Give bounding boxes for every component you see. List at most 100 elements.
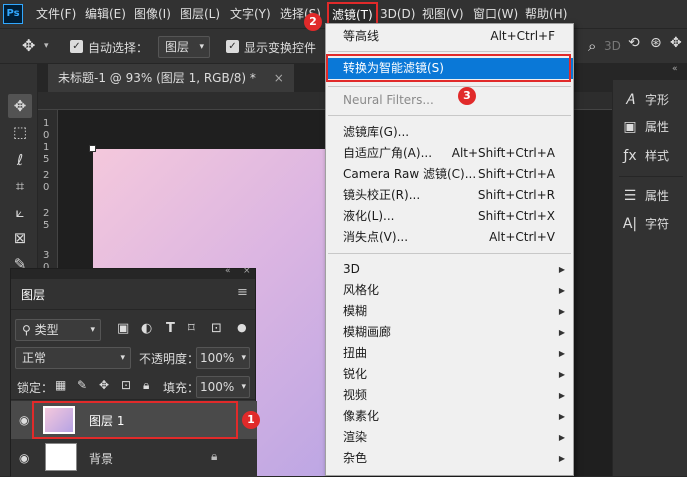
layers-panel-title[interactable]: 图层 — [21, 283, 45, 307]
menu-item-label: 风格化 — [343, 283, 380, 297]
callout-badge-1: 1 — [242, 411, 260, 429]
layer-row-background[interactable]: ◉ 背景 🔒︎ — [11, 439, 257, 477]
menu-item-render[interactable]: 渲染 ▶ — [326, 427, 573, 448]
close-icon[interactable]: × — [274, 71, 284, 85]
menu-item-distort[interactable]: 扭曲 ▶ — [326, 343, 573, 364]
menu-item-label: 3D — [343, 262, 360, 276]
eye-icon[interactable]: ◉ — [19, 451, 29, 465]
menu-item-camera-raw[interactable]: Camera Raw 滤镜(C)... Shift+Ctrl+A — [326, 164, 573, 185]
chevron-down-icon[interactable]: ▾ — [44, 41, 49, 51]
chevron-down-icon: ▾ — [120, 353, 125, 363]
menu-item-label: Neural Filters... — [343, 93, 434, 107]
opacity-value: 100% — [200, 351, 235, 365]
3d-roll-icon[interactable]: ⊛ — [650, 35, 662, 51]
menu-item-pixelate[interactable]: 像素化 ▶ — [326, 406, 573, 427]
menu-item-shortcut: Shift+Ctrl+R — [477, 188, 555, 202]
show-transform-checkbox[interactable]: ✓ — [226, 40, 239, 53]
lock-position-icon[interactable]: ✥ — [99, 378, 109, 392]
marquee-tool-icon[interactable]: ⬚ — [8, 120, 32, 144]
crop-tool-icon[interactable]: ⟀ — [8, 200, 32, 224]
character-panel-button[interactable]: A| 字符 — [621, 211, 669, 237]
highlight-box — [32, 401, 238, 439]
menu-item-stylize[interactable]: 风格化 ▶ — [326, 280, 573, 301]
lock-image-icon[interactable]: ✎ — [77, 378, 87, 392]
3d-pan-icon[interactable]: ✥ — [670, 35, 682, 51]
move-tool-icon[interactable]: ✥ — [8, 94, 32, 118]
submenu-arrow-icon: ▶ — [558, 286, 565, 295]
menu-item-vanishing-point[interactable]: 消失点(V)... Alt+Ctrl+V — [326, 227, 573, 248]
menu-image[interactable]: 图像(I) — [134, 0, 171, 28]
menu-item-video[interactable]: 视频 ▶ — [326, 385, 573, 406]
search-icon[interactable]: ⌕ — [588, 37, 596, 55]
submenu-arrow-icon: ▶ — [558, 370, 565, 379]
menu-item-shortcut: Shift+Ctrl+X — [478, 209, 555, 223]
quick-select-tool-icon[interactable]: ⌗ — [8, 174, 32, 198]
menu-item-contour[interactable]: 等高线 Alt+Ctrl+F — [326, 26, 573, 47]
submenu-arrow-icon: ▶ — [558, 307, 565, 316]
menu-item-blur[interactable]: 模糊 ▶ — [326, 301, 573, 322]
smart-object-filter-icon[interactable]: ⊡ — [211, 321, 222, 336]
properties-label-2: 属性 — [645, 189, 670, 203]
shape-filter-icon[interactable]: ⌑ — [188, 321, 195, 336]
auto-select-target-dropdown[interactable]: 图层 ▾ — [158, 36, 210, 58]
panel-header-strip: « × — [11, 266, 255, 279]
panel-menu-icon[interactable]: ≡ — [237, 285, 248, 300]
collapse-panel-icon[interactable]: « — [225, 266, 231, 276]
opacity-label: 不透明度： — [139, 352, 200, 366]
menu-item-neural-filters[interactable]: Neural Filters... — [326, 90, 573, 111]
sliders-icon: ☰ — [623, 188, 637, 204]
menu-item-3d[interactable]: 3D ▶ — [326, 259, 573, 280]
pixel-filter-icon[interactable]: ▣ — [117, 321, 129, 336]
auto-select-label: 自动选择： — [88, 41, 149, 55]
adjust-properties-panel-button[interactable]: ☰ 属性 — [621, 183, 669, 209]
lock-artboard-icon[interactable]: ⊡ — [121, 378, 131, 392]
opacity-field[interactable]: 100% ▾ — [196, 347, 250, 369]
photoshop-logo: Ps — [3, 4, 23, 24]
close-icon[interactable]: × — [243, 266, 251, 276]
frame-tool-icon[interactable]: ⊠ — [8, 226, 32, 250]
menu-file[interactable]: 文件(F) — [36, 0, 76, 28]
properties-panel-button[interactable]: ▣ 属性 — [621, 114, 669, 140]
layer-thumbnail — [45, 443, 77, 471]
divider — [11, 309, 255, 310]
filter-toggle-icon[interactable]: ● — [237, 321, 247, 334]
document-tab[interactable]: 未标题-1 @ 93% (图层 1, RGB/8) * × — [48, 64, 294, 92]
move-tool-icon[interactable]: ✥ — [22, 36, 35, 55]
lasso-tool-icon[interactable]: ℓ — [8, 148, 32, 172]
3d-rotate-icon[interactable]: ⟲ — [628, 35, 640, 51]
lock-transparency-icon[interactable]: ▦ — [55, 378, 66, 392]
dock-header: « — [612, 64, 687, 80]
blend-mode-value: 正常 — [22, 351, 47, 365]
menu-item-sharpen[interactable]: 锐化 ▶ — [326, 364, 573, 385]
glyphs-panel-button[interactable]: 𝐴 字形 — [621, 87, 669, 113]
eye-icon[interactable]: ◉ — [19, 413, 29, 427]
menu-item-blur-gallery[interactable]: 模糊画廊 ▶ — [326, 322, 573, 343]
menu-item-liquify[interactable]: 液化(L)... Shift+Ctrl+X — [326, 206, 573, 227]
menu-layer[interactable]: 图层(L) — [180, 0, 220, 28]
submenu-arrow-icon: ▶ — [558, 328, 565, 337]
menu-edit[interactable]: 编辑(E) — [85, 0, 126, 28]
menu-item-label: 视频 — [343, 388, 368, 402]
character-icon: A| — [622, 216, 638, 232]
highlight-box — [326, 54, 571, 82]
lock-all-icon[interactable]: 🔒︎ — [143, 378, 149, 393]
ruler-mark: 2 — [43, 208, 50, 219]
menu-type[interactable]: 文字(Y) — [230, 0, 271, 28]
menu-item-label: 消失点(V)... — [343, 230, 409, 244]
filter-menu: 等高线 Alt+Ctrl+F 转换为智能滤镜(S) Neural Filters.… — [325, 23, 574, 476]
styles-panel-button[interactable]: ƒx 样式 — [621, 143, 669, 169]
layer-kind-filter[interactable]: ⚲ 类型 ▾ — [15, 319, 101, 341]
menu-item-adaptive-wide-angle[interactable]: 自适应广角(A)... Alt+Shift+Ctrl+A — [326, 143, 573, 164]
type-filter-icon[interactable]: T — [166, 321, 175, 336]
menu-item-filter-gallery[interactable]: 滤镜库(G)... — [326, 122, 573, 143]
adjustment-filter-icon[interactable]: ◐ — [141, 321, 152, 336]
menu-item-lens-correction[interactable]: 镜头校正(R)... Shift+Ctrl+R — [326, 185, 573, 206]
menu-item-label: 像素化 — [343, 409, 380, 423]
collapse-dock-icon[interactable]: « — [672, 64, 678, 74]
transform-handle[interactable] — [89, 145, 96, 152]
auto-select-checkbox[interactable]: ✓ — [70, 40, 83, 53]
fill-field[interactable]: 100% ▾ — [196, 376, 250, 398]
blend-mode-dropdown[interactable]: 正常 ▾ — [15, 347, 131, 369]
menu-item-noise[interactable]: 杂色 ▶ — [326, 448, 573, 469]
menu-item-label: 锐化 — [343, 367, 368, 381]
